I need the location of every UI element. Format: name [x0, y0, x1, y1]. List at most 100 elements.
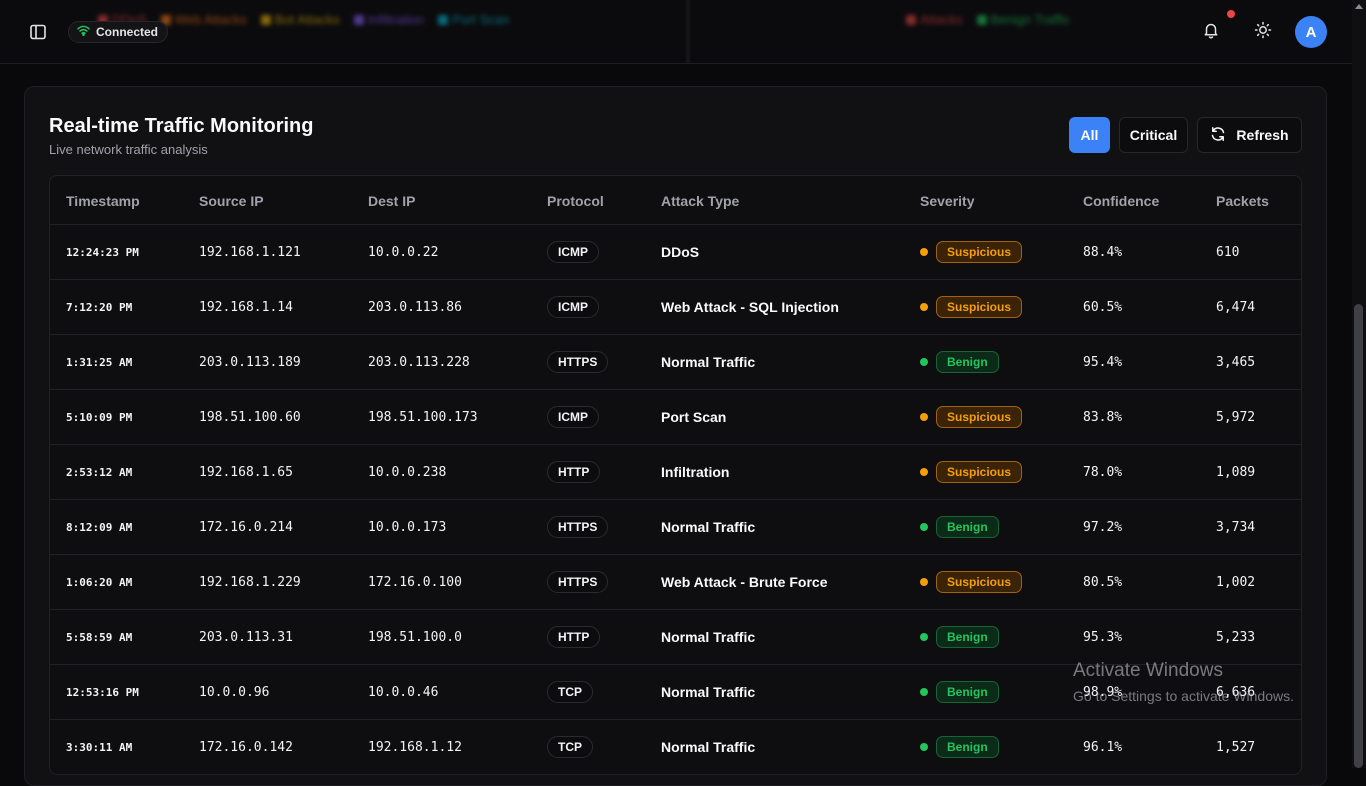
legend-item: Benign Traffic	[976, 12, 1070, 27]
severity-badge: Benign	[936, 626, 999, 648]
packets-cell: 3,465	[1216, 354, 1256, 370]
attack-type-cell: DDoS	[661, 244, 700, 260]
filter-all-button[interactable]: All	[1069, 117, 1110, 153]
table-row[interactable]: 8:12:09 AM 172.16.0.214 10.0.0.173 HTTPS…	[50, 500, 1301, 555]
severity-badge: Suspicious	[936, 406, 1023, 428]
severity-dot	[920, 578, 928, 586]
protocol-badge: HTTP	[547, 461, 601, 483]
severity-dot	[920, 413, 928, 421]
legend-label: Attacks	[920, 12, 963, 27]
dest-ip-cell: 10.0.0.22	[368, 244, 439, 260]
source-ip-cell: 192.168.1.229	[199, 574, 301, 590]
protocol-badge: ICMP	[547, 241, 599, 263]
notifications-button[interactable]	[1197, 18, 1225, 46]
protocol-badge: HTTPS	[547, 571, 609, 593]
wifi-icon	[77, 25, 90, 39]
page-subtitle: Live network traffic analysis	[49, 142, 208, 157]
table-row[interactable]: 2:53:12 AM 192.168.1.65 10.0.0.238 HTTP …	[50, 445, 1301, 500]
severity-dot	[920, 248, 928, 256]
column-header-dest-ip[interactable]: Dest IP	[368, 193, 415, 209]
column-header-timestamp[interactable]: Timestamp	[66, 193, 140, 209]
filter-critical-label: Critical	[1129, 127, 1178, 143]
filter-critical-button[interactable]: Critical	[1119, 117, 1188, 153]
severity-badge: Benign	[936, 351, 999, 373]
packets-cell: 1,527	[1216, 739, 1256, 755]
packets-cell: 3,734	[1216, 519, 1256, 535]
protocol-badge: HTTPS	[547, 516, 609, 538]
protocol-badge: ICMP	[547, 296, 599, 318]
refresh-label: Refresh	[1236, 127, 1289, 143]
column-header-attack-type[interactable]: Attack Type	[661, 193, 739, 209]
timestamp-cell: 2:53:12 AM	[66, 465, 133, 479]
timestamp-cell: 5:58:59 AM	[66, 630, 133, 644]
legend-swatch	[438, 14, 449, 25]
legend-item: Bot Attacks	[260, 12, 340, 27]
timestamp-cell: 5:10:09 PM	[66, 410, 133, 424]
connection-status-badge: Connected	[68, 21, 169, 43]
attack-type-cell: Normal Traffic	[661, 684, 756, 700]
severity-badge: Suspicious	[936, 296, 1023, 318]
packets-cell: 6,474	[1216, 299, 1256, 315]
refresh-button[interactable]: Refresh	[1197, 117, 1302, 153]
packets-cell: 610	[1216, 244, 1240, 260]
confidence-cell: 60.5%	[1083, 299, 1123, 315]
dest-ip-cell: 10.0.0.46	[368, 684, 439, 700]
severity-dot	[920, 303, 928, 311]
legend-item: Web Attacks	[160, 12, 247, 27]
table-row[interactable]: 3:30:11 AM 172.16.0.142 192.168.1.12 TCP…	[50, 720, 1301, 774]
blurred-legend-right: Attacks Benign Traffic	[906, 12, 1070, 27]
timestamp-cell: 8:12:09 AM	[66, 520, 133, 534]
timestamp-cell: 12:53:16 PM	[66, 685, 139, 699]
filter-all-label: All	[1080, 127, 1099, 143]
source-ip-cell: 203.0.113.31	[199, 629, 293, 645]
table-row[interactable]: 5:58:59 AM 203.0.113.31 198.51.100.0 HTT…	[50, 610, 1301, 665]
legend-label: Benign Traffic	[990, 12, 1070, 27]
top-bar: DDoS Web Attacks Bot Attacks Infiltration Po…	[0, 0, 1352, 64]
theme-toggle-button[interactable]	[1249, 18, 1277, 46]
attack-type-cell: Infiltration	[661, 464, 730, 480]
severity-dot	[920, 743, 928, 751]
table-row[interactable]: 5:10:09 PM 198.51.100.60 198.51.100.173 …	[50, 390, 1301, 445]
sidebar-toggle-icon[interactable]	[28, 22, 48, 42]
dest-ip-cell: 198.51.100.173	[368, 409, 478, 425]
table-row[interactable]: 12:53:16 PM 10.0.0.96 10.0.0.46 TCP Norm…	[50, 665, 1301, 720]
column-header-source-ip[interactable]: Source IP	[199, 193, 264, 209]
column-header-severity[interactable]: Severity	[920, 193, 974, 209]
table-row[interactable]: 1:31:25 AM 203.0.113.189 203.0.113.228 H…	[50, 335, 1301, 390]
traffic-table: Timestamp Source IP Dest IP Protocol Att…	[49, 175, 1302, 775]
scrollbar-thumb[interactable]	[1354, 304, 1363, 768]
severity-dot	[920, 688, 928, 696]
confidence-cell: 97.2%	[1083, 519, 1123, 535]
connection-status-label: Connected	[96, 25, 159, 39]
severity-dot	[920, 358, 928, 366]
confidence-cell: 80.5%	[1083, 574, 1123, 590]
notification-dot	[1227, 10, 1235, 18]
confidence-cell: 95.3%	[1083, 629, 1123, 645]
legend-swatch	[260, 14, 271, 25]
column-header-packets[interactable]: Packets	[1216, 193, 1269, 209]
table-header: Timestamp Source IP Dest IP Protocol Att…	[50, 176, 1301, 225]
column-header-protocol[interactable]: Protocol	[547, 193, 604, 209]
scroll-up-arrow-icon[interactable]	[1355, 4, 1363, 9]
severity-badge: Benign	[936, 516, 999, 538]
legend-item: Attacks	[906, 12, 963, 27]
table-row[interactable]: 7:12:20 PM 192.168.1.14 203.0.113.86 ICM…	[50, 280, 1301, 335]
table-row[interactable]: 12:24:23 PM 192.168.1.121 10.0.0.22 ICMP…	[50, 225, 1301, 280]
confidence-cell: 96.1%	[1083, 739, 1123, 755]
table-row[interactable]: 1:06:20 AM 192.168.1.229 172.16.0.100 HT…	[50, 555, 1301, 610]
avatar[interactable]: A	[1295, 16, 1327, 48]
source-ip-cell: 198.51.100.60	[199, 409, 301, 425]
protocol-badge: TCP	[547, 681, 593, 703]
legend-label: Web Attacks	[174, 12, 247, 27]
legend-label: Port Scan	[452, 12, 510, 27]
column-header-confidence[interactable]: Confidence	[1083, 193, 1159, 209]
attack-type-cell: Normal Traffic	[661, 354, 756, 370]
legend-swatch	[353, 14, 364, 25]
timestamp-cell: 7:12:20 PM	[66, 300, 133, 314]
severity-badge: Suspicious	[936, 241, 1023, 263]
source-ip-cell: 192.168.1.14	[199, 299, 293, 315]
packets-cell: 5,233	[1216, 629, 1256, 645]
source-ip-cell: 172.16.0.142	[199, 739, 293, 755]
timestamp-cell: 12:24:23 PM	[66, 245, 139, 259]
bell-icon	[1202, 21, 1220, 44]
